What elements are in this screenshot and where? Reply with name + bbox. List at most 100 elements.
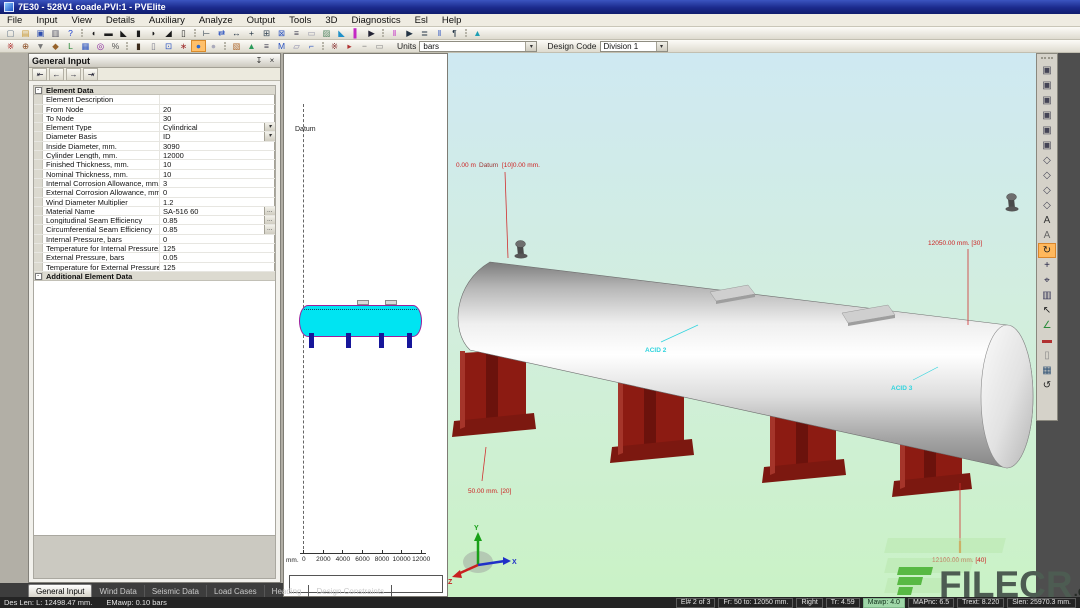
zoom-window-icon[interactable]: ⌖ [1038,273,1056,288]
property-editor-button[interactable]: ▾ … [274,105,275,113]
plot-icon[interactable]: ◣ [334,27,349,39]
stretch-icon[interactable]: ↔ [229,27,244,39]
view-book-icon[interactable]: ▥ [1038,288,1056,303]
skirt-element-icon[interactable]: ◢ [161,27,176,39]
grid-input-icon[interactable]: ⊞ [259,27,274,39]
close-icon[interactable]: × [267,56,277,65]
menu-item[interactable]: Analyze [192,14,240,27]
property-editor-button[interactable]: ▾ … [264,123,275,131]
input-tab[interactable]: General Input [28,584,92,597]
dropdown-arrow-icon[interactable]: ▾ [525,42,536,51]
property-editor-button[interactable]: ▾ … [274,151,275,159]
lug-icon[interactable]: ◆ [48,40,63,52]
split-element-icon[interactable]: + [244,27,259,39]
property-value[interactable]: 10 [160,160,274,168]
design-code-select[interactable]: Division 1 ▾ [600,41,668,52]
property-row[interactable]: - Additional Element Data ▾ … [34,272,275,281]
undo-view-icon[interactable]: ↺ [1038,378,1056,393]
view-iso-1-icon[interactable]: ◇ [1038,153,1056,168]
select-arrow-icon[interactable]: ↖ [1038,303,1056,318]
dim-sphere-icon[interactable]: ● [206,40,221,52]
run-analysis-icon[interactable]: ▶ [364,27,379,39]
insert-before-icon[interactable]: ⊢ [199,27,214,39]
property-value[interactable]: 1.2 [160,198,274,206]
property-editor-button[interactable]: ▾ … [274,95,275,103]
property-row[interactable]: Nominal Thickness, mm. 10 ▾ … [34,170,275,179]
property-editor-button[interactable]: ▾ … [264,132,275,140]
print-icon[interactable]: ▥ [48,27,63,39]
save-icon[interactable]: ▣ [33,27,48,39]
property-value[interactable]: 0.85 [160,225,264,233]
property-value[interactable]: 0.05 [160,253,274,261]
sketch-2d-panel[interactable]: Datum 020004000600080001000012000 mm. [283,53,448,597]
property-value[interactable]: 10 [160,170,274,178]
property-value[interactable]: 0 [160,235,274,243]
property-editor-button[interactable]: ▾ … [274,188,275,196]
menu-item[interactable]: File [0,14,29,27]
export-icon[interactable]: ⌐ [304,40,319,52]
menu-item[interactable]: Esl [408,14,435,27]
property-editor-button[interactable]: ▾ … [274,235,275,243]
property-row[interactable]: Material Name SA-516 60 ▾ … [34,207,275,216]
menu-item[interactable]: Details [99,14,142,27]
property-row[interactable]: Element Type Cylindrical ▾ … [34,123,275,132]
zoom-in-text-icon[interactable]: A [1038,213,1056,228]
columns-icon[interactable]: ‖ [432,27,447,39]
view-cube-bottom-icon[interactable]: ▣ [1038,138,1056,153]
body-flange-icon[interactable]: ▯ [176,27,191,39]
flange-element-icon[interactable]: ▮ [131,27,146,39]
property-editor-button[interactable]: ▾ … [274,160,275,168]
property-value[interactable] [160,95,274,103]
property-value[interactable]: 3 [160,179,274,187]
property-row[interactable]: Temperature for Internal Pressure, C 125… [34,244,275,253]
property-row[interactable]: Finished Thickness, mm. 10 ▾ … [34,160,275,169]
collapse-icon[interactable]: - [35,273,42,280]
property-value[interactable]: 125 [160,263,274,271]
property-row[interactable]: Temperature for External Pressure, C 125… [34,263,275,272]
panel-header[interactable]: General Input ↧ × [29,54,280,68]
property-value[interactable]: 30 [160,114,274,122]
head-element-icon[interactable]: ◖ [86,27,101,39]
restore-icon[interactable]: ▭ [372,40,387,52]
property-editor-button[interactable]: ▾ … [274,198,275,206]
property-editor-button[interactable]: ▾ … [274,142,275,150]
black-shell-icon[interactable]: ▮ [131,40,146,52]
property-editor-button[interactable]: ▾ … [264,225,275,233]
property-editor-button[interactable]: ▾ … [274,170,275,178]
share-data-icon[interactable]: ≡ [289,27,304,39]
shaded-view-icon[interactable]: ▯ [1038,348,1056,363]
pin-icon[interactable]: ↧ [254,56,264,65]
pan-view-icon[interactable]: + [1038,258,1056,273]
property-row[interactable]: Cylinder Length, mm. 12000 ▾ … [34,151,275,160]
pause-icon[interactable]: ‖ [387,27,402,39]
leg-icon[interactable]: L [63,40,78,52]
view-cube-left-icon[interactable]: ▣ [1038,93,1056,108]
property-row[interactable]: From Node 20 ▾ … [34,105,275,114]
property-row[interactable]: Longitudinal Seam Efficiency 0.85 ▾ … [34,216,275,225]
property-value[interactable]: 125 [160,244,274,252]
view-cube-front-icon[interactable]: ▣ [1038,63,1056,78]
property-row[interactable]: External Corrosion Allowance, mm. 0 ▾ … [34,188,275,197]
menu-item[interactable]: View [64,14,98,27]
wireframe-view-icon[interactable]: ▦ [1038,363,1056,378]
zoom-out-text-icon[interactable]: A [1038,228,1056,243]
dropdown-arrow-icon[interactable]: ▾ [656,42,667,51]
open-file-icon[interactable]: ▤ [18,27,33,39]
property-editor-button[interactable]: ▾ … [274,244,275,252]
delete-element-icon[interactable]: ⊠ [274,27,289,39]
blank-doc-icon[interactable]: ▭ [304,27,319,39]
property-row[interactable]: External Pressure, bars 0.05 ▾ … [34,253,275,262]
nozzle-icon[interactable]: ⊕ [18,40,33,52]
input-tab[interactable]: Heading [265,585,310,597]
report-list-icon[interactable]: ≡ [259,40,274,52]
menu-item[interactable]: Input [29,14,64,27]
list-input-icon[interactable]: ▦ [78,40,93,52]
list-report-icon[interactable]: ≣ [417,27,432,39]
property-value[interactable]: 0 [160,188,274,196]
menu-item[interactable]: Tools [282,14,318,27]
basering-icon[interactable]: ▼ [33,40,48,52]
picture-icon[interactable]: ▧ [229,40,244,52]
bars-icon[interactable]: ▌ [349,27,364,39]
property-editor-button[interactable]: ▾ … [274,179,275,187]
bug-icon[interactable]: ∗ [176,40,191,52]
